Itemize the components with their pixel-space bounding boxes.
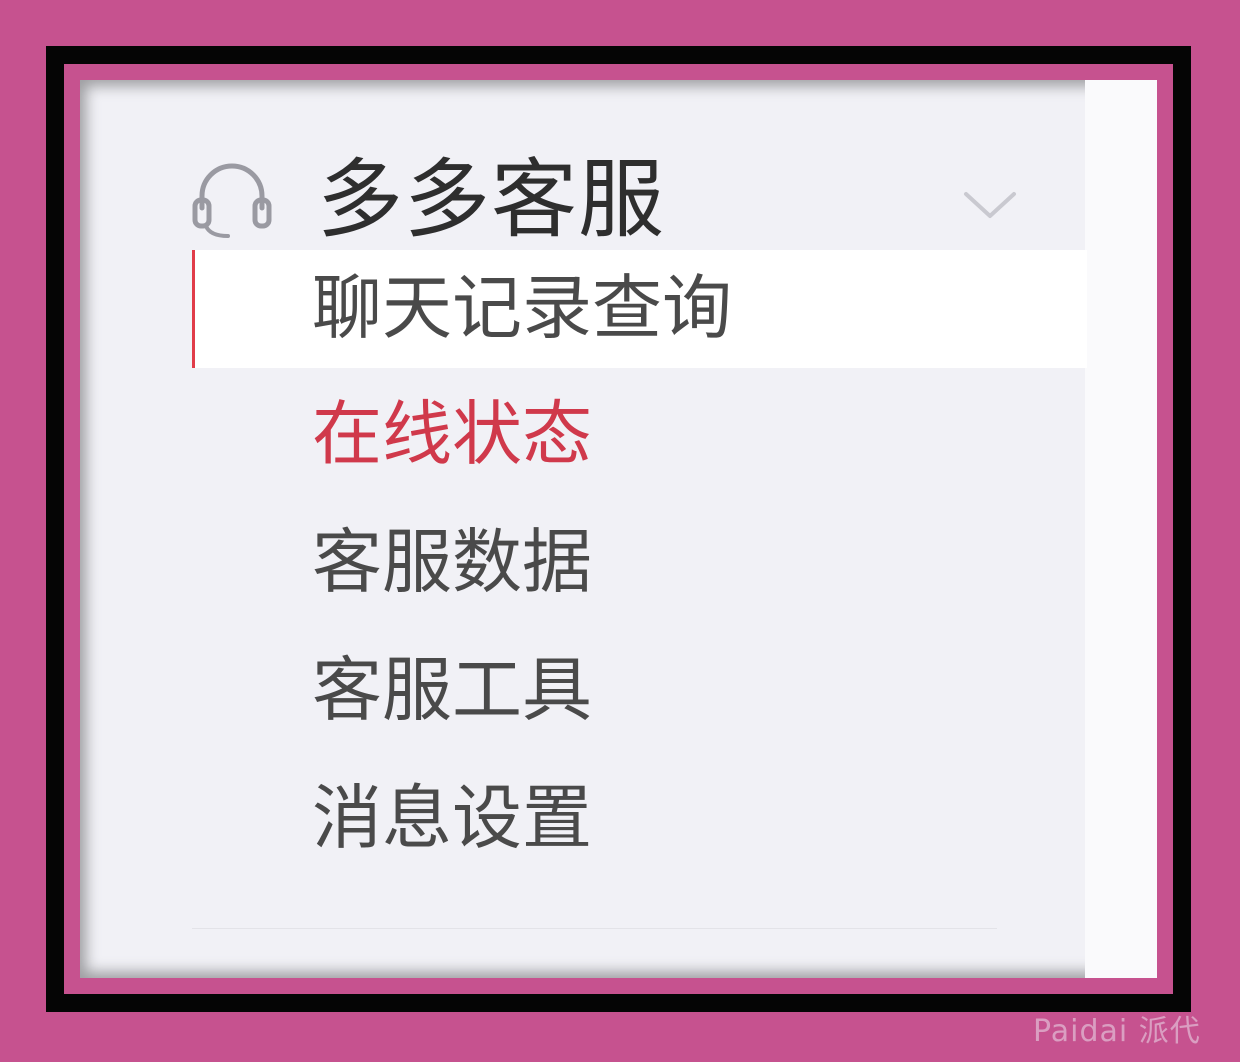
menu-divider	[192, 928, 997, 929]
menu-item-service-data[interactable]: 客服数据	[192, 504, 1087, 622]
menu-group-header[interactable]: 多多客服	[192, 120, 1087, 250]
menu-group-title: 多多客服	[317, 150, 665, 250]
headset-icon	[192, 163, 272, 238]
menu-item-label: 客服数据	[312, 521, 592, 603]
menu-item-label: 聊天记录查询	[312, 267, 732, 349]
menu-item-chat-history[interactable]: 聊天记录查询	[192, 250, 1087, 368]
menu-item-service-tools[interactable]: 客服工具	[192, 632, 1087, 750]
menu-item-label: 消息设置	[312, 777, 592, 859]
content-area-edge	[1085, 80, 1157, 978]
watermark: Paidai 派代	[1033, 1014, 1201, 1049]
chevron-down-icon[interactable]	[960, 184, 1020, 224]
menu-item-online-status[interactable]: 在线状态	[192, 376, 1087, 494]
side-menu-panel: 多多客服 聊天记录查询 在线状态 客服数据 客服工具 消息设置	[80, 80, 1157, 978]
menu-item-message-settings[interactable]: 消息设置	[192, 760, 1087, 878]
menu-item-label: 在线状态	[312, 393, 592, 475]
menu-item-label: 客服工具	[312, 649, 592, 731]
